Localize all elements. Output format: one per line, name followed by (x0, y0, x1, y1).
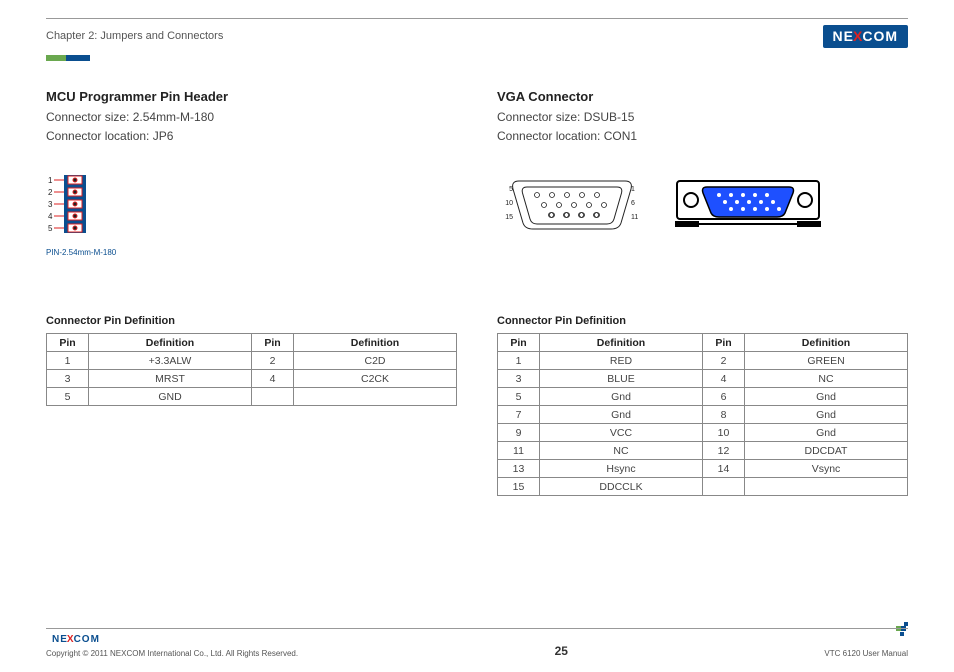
pin-cell (252, 388, 294, 406)
def-cell: VCC (540, 424, 703, 442)
pin-cell: 3 (47, 370, 89, 388)
pin-num-4: 4 (48, 212, 53, 221)
th-pin: Pin (498, 334, 540, 352)
table-row: 9VCC10Gnd (498, 424, 908, 442)
def-cell: Gnd (745, 406, 908, 424)
logo-part-right: COM (862, 28, 898, 44)
def-cell: MRST (89, 370, 252, 388)
pin-cell: 3 (498, 370, 540, 388)
def-cell: NC (540, 442, 703, 460)
def-cell: Gnd (745, 388, 908, 406)
pin-cell: 9 (498, 424, 540, 442)
pin-cell: 12 (703, 442, 745, 460)
pin-cell: 8 (703, 406, 745, 424)
db15-mr: 6 (631, 200, 635, 207)
pin-cell: 14 (703, 460, 745, 478)
mcu-pin-table: Pin Definition Pin Definition 1+3.3ALW2C… (46, 333, 457, 406)
pin-cell: 2 (703, 352, 745, 370)
vga-port-diagram (673, 175, 823, 231)
logo-part-left: NE (833, 28, 854, 44)
def-cell: C2D (294, 352, 457, 370)
table-row: 1RED2GREEN (498, 352, 908, 370)
mcu-connector-location: Connector location: JP6 (46, 127, 457, 146)
pin-num-1: 1 (48, 176, 53, 185)
pin-cell: 10 (703, 424, 745, 442)
def-cell: DDCCLK (540, 478, 703, 496)
mcu-table-title: Connector Pin Definition (46, 315, 457, 327)
pin-cell: 4 (252, 370, 294, 388)
vga-title: VGA Connector (497, 89, 908, 104)
def-cell: Hsync (540, 460, 703, 478)
pin-cell: 5 (47, 388, 89, 406)
db15-ml: 10 (505, 200, 513, 207)
pin-cell: 2 (252, 352, 294, 370)
db15-bl: 15 (505, 214, 513, 221)
th-pin: Pin (703, 334, 745, 352)
pin-num-2: 2 (48, 188, 53, 197)
table-row: 15DDCCLK (498, 478, 908, 496)
db15-br: 11 (631, 214, 638, 221)
pin-cell: 5 (498, 388, 540, 406)
mcu-title: MCU Programmer Pin Header (46, 89, 457, 104)
def-cell: NC (745, 370, 908, 388)
th-def: Definition (540, 334, 703, 352)
logo-part-right: COM (74, 634, 100, 645)
table-row: 1+3.3ALW2C2D (47, 352, 457, 370)
pin-cell (703, 478, 745, 496)
page-number: 25 (555, 644, 568, 658)
def-cell: RED (540, 352, 703, 370)
table-row: 3MRST4C2CK (47, 370, 457, 388)
def-cell: GND (89, 388, 252, 406)
pin-header-diagram: 1 2 3 4 5 (46, 173, 116, 257)
pin-num-5: 5 (48, 224, 53, 233)
pin-cell: 15 (498, 478, 540, 496)
table-row: 5GND (47, 388, 457, 406)
vga-connector-size: Connector size: DSUB-15 (497, 108, 908, 127)
pin-cell: 7 (498, 406, 540, 424)
pin-cell: 1 (47, 352, 89, 370)
def-cell: BLUE (540, 370, 703, 388)
th-def: Definition (294, 334, 457, 352)
def-cell (294, 388, 457, 406)
table-row: 11NC12DDCDAT (498, 442, 908, 460)
vga-pin-table: Pin Definition Pin Definition 1RED2GREEN… (497, 333, 908, 496)
pin-header-caption: PIN-2.54mm-M-180 (46, 248, 116, 257)
nexcom-logo-footer: NEXCOM (46, 632, 298, 647)
dsub15-diagram: 5 1 10 6 15 11 (497, 173, 647, 233)
chapter-title: Chapter 2: Jumpers and Connectors (46, 30, 223, 42)
th-pin: Pin (47, 334, 89, 352)
manual-name: VTC 6120 User Manual (824, 649, 908, 658)
accent-bar (46, 55, 90, 61)
def-cell: Gnd (540, 388, 703, 406)
th-def: Definition (745, 334, 908, 352)
vga-connector-location: Connector location: CON1 (497, 127, 908, 146)
vga-table-title: Connector Pin Definition (497, 315, 908, 327)
table-row: 5Gnd6Gnd (498, 388, 908, 406)
def-cell: Gnd (745, 424, 908, 442)
th-pin: Pin (252, 334, 294, 352)
pin-cell: 11 (498, 442, 540, 460)
pin-num-3: 3 (48, 200, 53, 209)
table-row: 3BLUE4NC (498, 370, 908, 388)
logo-part-left: NE (52, 634, 68, 645)
def-cell (745, 478, 908, 496)
def-cell: +3.3ALW (89, 352, 252, 370)
pin-cell: 4 (703, 370, 745, 388)
th-def: Definition (89, 334, 252, 352)
mcu-connector-size: Connector size: 2.54mm-M-180 (46, 108, 457, 127)
nexcom-logo: NEXCOM (823, 25, 908, 48)
def-cell: DDCDAT (745, 442, 908, 460)
def-cell: C2CK (294, 370, 457, 388)
pin-cell: 1 (498, 352, 540, 370)
def-cell: Gnd (540, 406, 703, 424)
pin-cell: 6 (703, 388, 745, 406)
pin-cell: 13 (498, 460, 540, 478)
def-cell: Vsync (745, 460, 908, 478)
table-row: 7Gnd8Gnd (498, 406, 908, 424)
def-cell: GREEN (745, 352, 908, 370)
table-row: 13Hsync14Vsync (498, 460, 908, 478)
copyright-text: Copyright © 2011 NEXCOM International Co… (46, 649, 298, 658)
